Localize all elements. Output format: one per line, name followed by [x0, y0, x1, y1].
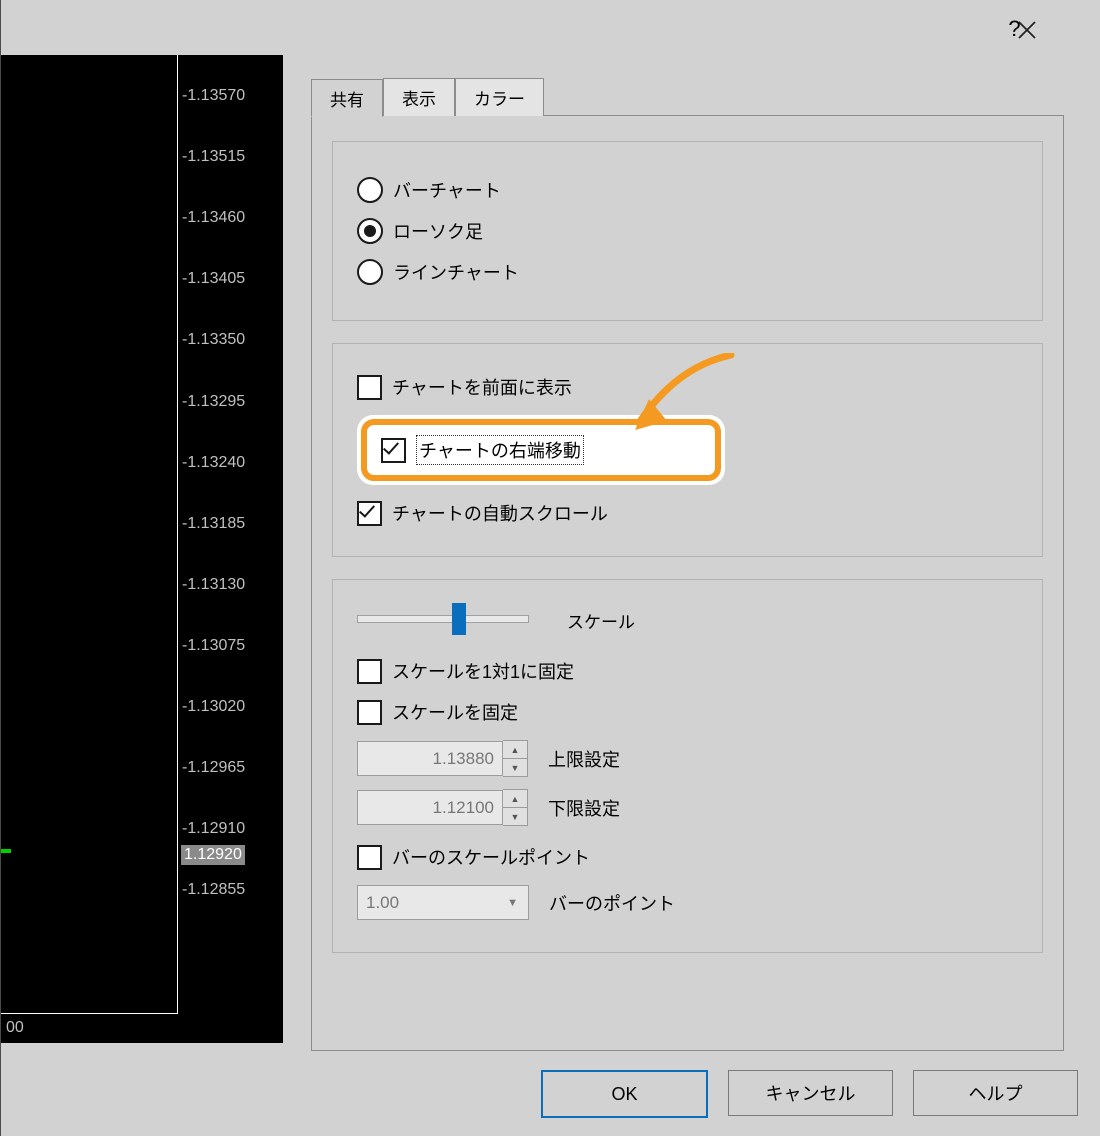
- y-tick-label: -1.12855: [182, 881, 245, 899]
- group-chart-type: バーチャート ローソク足 ラインチャート: [332, 141, 1043, 321]
- highlight-chart-shift: チャートの右端移動: [357, 415, 725, 485]
- button-bar: OK キャンセル ヘルプ: [541, 1070, 1078, 1118]
- spin-upper-limit: 1.13880 ▲ ▼ 上限設定: [357, 740, 1018, 777]
- help-button[interactable]: ヘルプ: [913, 1070, 1078, 1116]
- tab-panel-common: バーチャート ローソク足 ラインチャート チャートを前面に表示: [311, 115, 1064, 1051]
- checkbox-label[interactable]: チャートの右端移動: [416, 435, 584, 465]
- slider-thumb[interactable]: [452, 603, 466, 635]
- spin-down-icon[interactable]: ▼: [503, 808, 527, 825]
- checkbox-icon[interactable]: [381, 438, 406, 463]
- checkbox-icon: [357, 659, 382, 684]
- group-scale: スケール スケールを1対1に固定 スケールを固定 1.13880 ▲: [332, 579, 1043, 953]
- y-tick-label: -1.13405: [182, 270, 245, 288]
- ok-button[interactable]: OK: [541, 1070, 708, 1118]
- x-axis-label: 00: [6, 1019, 24, 1037]
- chart-preview: 1.12920 00 -1.13570 -1.13515 -1.13460 -1.13…: [1, 55, 283, 1043]
- radio-line-chart[interactable]: ラインチャート: [357, 259, 1018, 285]
- check-chart-front[interactable]: チャートを前面に表示: [357, 374, 1018, 400]
- y-tick-label: -1.13295: [182, 393, 245, 411]
- spin-up-icon[interactable]: ▲: [503, 790, 527, 808]
- upper-limit-input[interactable]: 1.13880: [357, 741, 503, 776]
- close-icon[interactable]: [999, 10, 1054, 50]
- combo-value: 1.00: [366, 893, 399, 913]
- candle-mark: [1, 849, 11, 853]
- radio-icon: [357, 259, 383, 285]
- check-fix-scale[interactable]: スケールを固定: [357, 699, 1018, 725]
- y-tick-label: -1.13130: [182, 576, 245, 594]
- y-tick-label: -1.12965: [182, 759, 245, 777]
- tab-color[interactable]: カラー: [455, 78, 544, 116]
- checkbox-label: チャートを前面に表示: [392, 374, 572, 400]
- cancel-button[interactable]: キャンセル: [728, 1070, 893, 1116]
- lower-limit-input[interactable]: 1.12100: [357, 790, 503, 825]
- group-chart-options: チャートを前面に表示 チャートの右端移動 チャートの自動スクロール: [332, 343, 1043, 557]
- radio-label: ローソク足: [393, 218, 483, 244]
- check-fix-1to1[interactable]: スケールを1対1に固定: [357, 658, 1018, 684]
- radio-label: バーチャート: [393, 177, 501, 203]
- y-tick-label: -1.13020: [182, 698, 245, 716]
- spin-buttons: ▲ ▼: [503, 740, 528, 777]
- slider-label: スケール: [567, 608, 635, 633]
- upper-limit-label: 上限設定: [548, 746, 620, 772]
- y-tick-label: -1.13185: [182, 515, 245, 533]
- y-tick-label: -1.13075: [182, 637, 245, 655]
- y-tick-label: -1.13460: [182, 209, 245, 227]
- radio-icon: [357, 218, 383, 244]
- spin-down-icon[interactable]: ▼: [503, 759, 527, 776]
- checkbox-label: スケールを固定: [392, 699, 518, 725]
- checkbox-icon: [357, 845, 382, 870]
- y-tick-label: -1.13570: [182, 87, 245, 105]
- radio-icon: [357, 177, 383, 203]
- checkbox-icon: [357, 700, 382, 725]
- checkbox-icon: [357, 375, 382, 400]
- y-tick-label: -1.12910: [182, 820, 245, 838]
- tab-strip: 共有 表示 カラー: [311, 78, 544, 116]
- radio-label: ラインチャート: [393, 259, 519, 285]
- settings-panel: 共有 表示 カラー バーチャート ローソク足: [283, 55, 1100, 1041]
- checkbox-icon: [357, 501, 382, 526]
- combo-bar-point: 1.00 ▼ バーのポイント: [357, 885, 1018, 920]
- check-chart-autoscroll[interactable]: チャートの自動スクロール: [357, 500, 1018, 526]
- check-bar-scale-point[interactable]: バーのスケールポイント: [357, 844, 1018, 870]
- scale-slider[interactable]: スケール: [357, 593, 1018, 643]
- chevron-down-icon: ▼: [507, 897, 518, 909]
- bar-point-combo[interactable]: 1.00 ▼: [357, 885, 529, 920]
- tab-common[interactable]: 共有: [311, 79, 383, 117]
- checkbox-label: バーのスケールポイント: [392, 844, 590, 870]
- lower-limit-label: 下限設定: [548, 795, 620, 821]
- radio-candlestick[interactable]: ローソク足: [357, 218, 1018, 244]
- slider-track: [357, 615, 529, 623]
- dialog-content: 1.12920 00 -1.13570 -1.13515 -1.13460 -1.13…: [1, 55, 1100, 1041]
- y-tick-label: -1.13350: [182, 331, 245, 349]
- titlebar: ?: [1, 0, 1100, 55]
- checkbox-label: スケールを1対1に固定: [392, 658, 574, 684]
- checkbox-label: チャートの自動スクロール: [392, 500, 608, 526]
- spin-lower-limit: 1.12100 ▲ ▼ 下限設定: [357, 789, 1018, 826]
- y-tick-label: -1.13240: [182, 454, 245, 472]
- price-highlight: 1.12920: [181, 845, 245, 865]
- radio-bar-chart[interactable]: バーチャート: [357, 177, 1018, 203]
- y-tick-label: -1.13515: [182, 148, 245, 166]
- chart-plot-area: [1, 55, 178, 1014]
- properties-dialog: ? 1.12920 00 -1.13570 -1.13515 -1.13460 -1.…: [0, 0, 1100, 1136]
- spin-buttons: ▲ ▼: [503, 789, 528, 826]
- bar-point-label: バーのポイント: [549, 890, 675, 916]
- tab-display[interactable]: 表示: [383, 78, 455, 116]
- spin-up-icon[interactable]: ▲: [503, 741, 527, 759]
